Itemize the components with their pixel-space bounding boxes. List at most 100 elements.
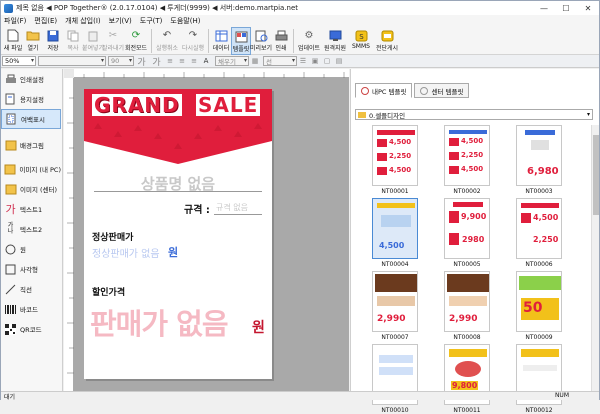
template-button[interactable]: 템플릿 bbox=[231, 27, 251, 55]
sale-price-won[interactable]: 원 bbox=[252, 317, 265, 337]
print-button[interactable]: 인쇄 bbox=[271, 27, 291, 55]
open-button[interactable]: 열기 bbox=[23, 27, 43, 55]
font-style-b-button[interactable]: 가 bbox=[150, 56, 163, 68]
group-icon[interactable]: ▤ bbox=[334, 56, 344, 66]
text1[interactable]: 가 텍스트1 bbox=[1, 199, 61, 219]
barcode-icon bbox=[4, 303, 17, 316]
update-button[interactable]: ⚙ 업데이트 bbox=[296, 27, 322, 55]
paste-button[interactable]: 붙여넣기 bbox=[82, 27, 104, 55]
image-center[interactable]: 이미지 (센터) bbox=[1, 179, 61, 199]
preview-button[interactable]: 미리보기 bbox=[250, 27, 272, 55]
thumb-price: 50 bbox=[523, 300, 543, 316]
template-thumb: 50 bbox=[516, 271, 562, 332]
menu-file[interactable]: 파일(F) bbox=[4, 16, 26, 26]
template-item[interactable]: NT00010 bbox=[371, 344, 419, 414]
template-label: NT00012 bbox=[525, 407, 553, 414]
close-button[interactable]: ✕ bbox=[577, 1, 599, 15]
save-button[interactable]: 저장 bbox=[43, 27, 63, 55]
menu-insert[interactable]: 개체 삽입(I) bbox=[65, 16, 101, 26]
font-size-select[interactable]: 90 bbox=[108, 56, 134, 66]
pop-paper[interactable]: GRAND SALE 상품명 없음 규격 : 규격 없음 정상판매가 정상판매가… bbox=[84, 89, 272, 379]
barcode[interactable]: 바코드 bbox=[1, 299, 61, 319]
template-folder-select[interactable]: 0.셀플디자인 bbox=[355, 109, 593, 120]
back-icon[interactable]: ▢ bbox=[322, 56, 332, 66]
template-item[interactable]: 9,900 2980 NT00005 bbox=[443, 198, 491, 268]
menu-help[interactable]: 도움말(H) bbox=[170, 16, 200, 26]
sale-price-value[interactable]: 판매가 없음 bbox=[90, 301, 228, 343]
template-panel: 내PC 템플릿 센터 템플릿 0.셀플디자인 4,500 2,250 4,500… bbox=[350, 69, 599, 414]
new-file-button[interactable]: 새 파일 bbox=[3, 27, 23, 55]
template-item[interactable]: 4,500 2,250 4,500 NT00002 bbox=[443, 125, 491, 195]
remote-support-button[interactable]: 원격지원 bbox=[322, 27, 348, 55]
template-item[interactable]: 2,990 NT00007 bbox=[371, 271, 419, 341]
line-width-icon[interactable]: ☰ bbox=[298, 56, 308, 66]
template-label: NT00010 bbox=[381, 407, 409, 414]
template-item[interactable]: 2,990 NT00008 bbox=[443, 271, 491, 341]
text-color-icon[interactable]: A bbox=[201, 56, 211, 66]
scrollbar-thumb[interactable] bbox=[593, 135, 599, 215]
template-item[interactable]: 4,500 2,250 4,500 NT00001 bbox=[371, 125, 419, 195]
circle[interactable]: 원 bbox=[1, 239, 61, 259]
template-item[interactable]: 4,500 NT00004 bbox=[371, 198, 419, 268]
minimize-button[interactable]: — bbox=[533, 1, 555, 15]
window-title: 제목 없음 ◀ POP Together® (2.0.17.0104) ◀ 투게… bbox=[16, 4, 299, 12]
cut-button[interactable]: ✂ 잘라내기 bbox=[102, 27, 124, 55]
template-item[interactable]: 50 NT00009 bbox=[515, 271, 563, 341]
smms-button[interactable]: S SMMS bbox=[348, 27, 374, 55]
print-settings[interactable]: 인쇄설정 bbox=[1, 69, 61, 89]
spec-value[interactable]: 규격 없음 bbox=[216, 202, 248, 213]
template-item[interactable]: NT00012 bbox=[515, 344, 563, 414]
regular-price-won[interactable]: 원 bbox=[168, 244, 178, 260]
image-my-pc[interactable]: 이미지 (내 PC) bbox=[1, 159, 61, 179]
background-image[interactable]: 배경그림 bbox=[1, 135, 61, 155]
tab-my-templates[interactable]: 내PC 템플릿 bbox=[355, 83, 413, 98]
template-label: NT00008 bbox=[453, 334, 481, 341]
align-right-icon[interactable]: ≡ bbox=[189, 56, 199, 66]
text2[interactable]: 가 나 텍스트2 bbox=[1, 219, 61, 239]
regular-price-label[interactable]: 정상판매가 bbox=[92, 230, 133, 243]
fill-color-select[interactable]: 채우기 bbox=[215, 56, 249, 66]
qrcode[interactable]: QR코드 bbox=[1, 319, 61, 339]
template-item[interactable]: 6,980 NT00003 bbox=[515, 125, 563, 195]
gear-icon: ⚙ bbox=[304, 30, 314, 41]
banner-word-sale[interactable]: SALE bbox=[196, 94, 261, 116]
menu-edit[interactable]: 편집(E) bbox=[34, 16, 57, 26]
line-select[interactable]: 선 bbox=[263, 56, 297, 66]
menu-view[interactable]: 보기(V) bbox=[109, 16, 132, 26]
line[interactable]: 직선 bbox=[1, 279, 61, 299]
template-item[interactable]: 4,500 2,250 NT00006 bbox=[515, 198, 563, 268]
maximize-button[interactable]: ☐ bbox=[555, 1, 577, 15]
banner-word-grand[interactable]: GRAND bbox=[92, 94, 182, 116]
fill-icon[interactable]: ▦ bbox=[250, 56, 260, 66]
undo-button[interactable]: ↶ 실행취소 bbox=[154, 27, 180, 55]
rectangle[interactable]: 사각형 bbox=[1, 259, 61, 279]
copy-button[interactable]: 복사 bbox=[63, 27, 83, 55]
discount-label[interactable]: 할인가격 bbox=[92, 285, 125, 298]
paper-settings[interactable]: 용지설정 bbox=[1, 89, 61, 109]
folder-icon bbox=[358, 111, 366, 118]
design-canvas[interactable]: GRAND SALE 상품명 없음 규격 : 규격 없음 정상판매가 정상판매가… bbox=[64, 69, 349, 391]
menu-tools[interactable]: 도구(T) bbox=[140, 16, 163, 26]
board-button[interactable]: 전단게시 bbox=[374, 27, 400, 55]
align-left-icon[interactable]: ≡ bbox=[165, 56, 175, 66]
font-style-a-button[interactable]: 가 bbox=[135, 56, 148, 68]
redo-button[interactable]: ↷ 다시실행 bbox=[180, 27, 206, 55]
spec-label[interactable]: 규격 : bbox=[184, 201, 210, 216]
board-icon bbox=[380, 29, 394, 42]
regular-price-value[interactable]: 정상판매가 없음 bbox=[92, 245, 160, 260]
data-button[interactable]: 데이터 bbox=[211, 27, 231, 55]
thumb-price: 2,250 bbox=[389, 152, 412, 160]
zoom-select[interactable]: 50% bbox=[2, 56, 36, 66]
template-label: NT00005 bbox=[453, 261, 481, 268]
product-name[interactable]: 상품명 없음 bbox=[84, 173, 272, 194]
margin-display[interactable]: 여백표시 bbox=[1, 109, 61, 129]
template-scrollbar[interactable] bbox=[591, 125, 599, 391]
font-family-select[interactable] bbox=[38, 56, 106, 66]
align-center-icon[interactable]: ≡ bbox=[177, 56, 187, 66]
front-icon[interactable]: ▣ bbox=[310, 56, 320, 66]
qrcode-icon bbox=[4, 323, 17, 336]
template-item[interactable]: 9,800 NT00011 bbox=[443, 344, 491, 414]
tab-center-templates[interactable]: 센터 템플릿 bbox=[414, 83, 470, 98]
text-icon: 가 bbox=[5, 203, 16, 216]
rotate-mode-button[interactable]: ⟳ 회전모드 bbox=[123, 27, 149, 55]
